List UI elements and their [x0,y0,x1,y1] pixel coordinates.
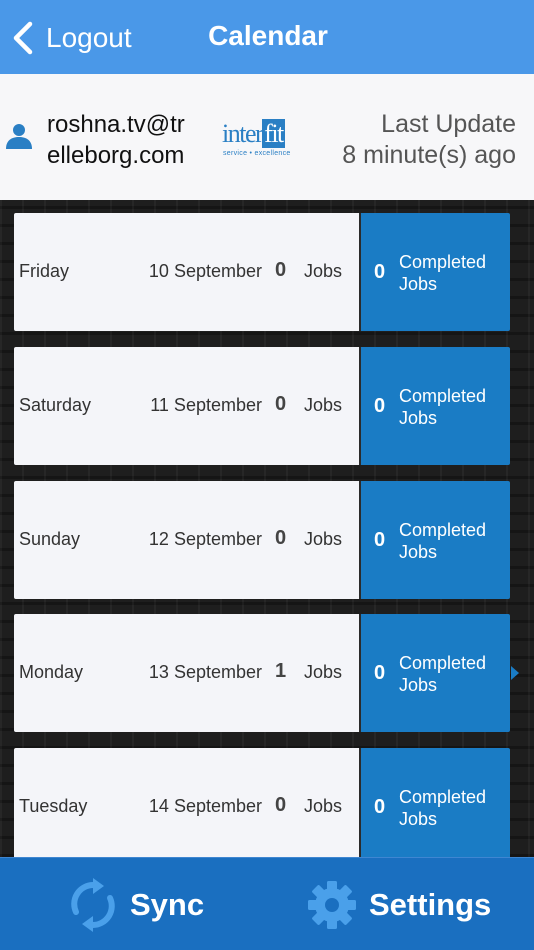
jobs-label: Jobs [304,395,343,415]
day-row-sunday[interactable]: Sunday 12 September 0 Jobs 0 Completed J… [14,481,510,599]
page-title: Calendar [208,20,328,51]
navigation-bar: Logout Calendar [0,0,534,74]
completed-count: 0 [374,796,386,818]
day-info-panel: Saturday 11 September 0 Jobs [14,347,359,465]
last-update-value: 8 minute(s) ago [342,141,516,169]
day-date: 10 September [148,261,262,281]
completed-label: Completed Jobs [399,787,487,829]
logo-wordmark: interfit [222,119,300,148]
job-count: 0 [275,259,287,281]
day-info-panel: Friday 10 September 0 Jobs [14,213,359,331]
logo-text-part2: fit [262,119,285,148]
completed-label: Completed Jobs [399,520,487,562]
completed-panel: 0 Completed Jobs [361,748,510,857]
gear-icon [308,880,356,929]
user-email-line2: elleborg.com [47,142,185,169]
logo-tagline: service • excellence [223,150,291,157]
day-row-tuesday[interactable]: Tuesday 14 September 0 Jobs 0 Completed … [14,748,510,857]
day-info-panel: Sunday 12 September 0 Jobs [14,481,359,599]
jobs-label: Jobs [304,662,343,682]
day-name: Tuesday [19,796,88,816]
day-date: 14 September [148,796,262,816]
day-name: Sunday [19,529,81,549]
bottom-toolbar: Sync Settings [0,857,534,950]
day-date: 13 September [148,662,262,682]
user-email-line1: roshna.tv@tr [47,111,185,138]
jobs-label: Jobs [304,261,343,281]
logo-text-part1: inter [222,119,264,148]
jobs-label: Jobs [304,796,343,816]
interfit-logo: interfit service • excellence [222,119,300,158]
selected-indicator-icon [511,666,519,680]
jobs-label: Jobs [304,529,343,549]
completed-panel: 0 Completed Jobs [361,614,519,732]
day-row-saturday[interactable]: Saturday 11 September 0 Jobs 0 Completed… [14,347,510,465]
day-name: Saturday [19,395,92,415]
completed-panel: 0 Completed Jobs [361,481,510,599]
job-count: 0 [275,393,287,415]
completed-count: 0 [374,529,386,551]
sync-label: Sync [130,886,205,922]
day-date: 12 September [148,529,262,549]
day-date: 11 September [150,395,262,415]
completed-label: Completed Jobs [399,252,487,294]
sync-icon [71,877,115,932]
job-count: 1 [275,660,287,682]
completed-panel: 0 Completed Jobs [361,347,510,465]
completed-label: Completed Jobs [399,386,487,428]
day-info-panel: Monday 13 September 1 Jobs [14,614,359,732]
day-name: Friday [19,261,70,281]
day-info-panel: Tuesday 14 September 0 Jobs [14,748,359,857]
completed-count: 0 [374,662,386,684]
last-update-label: Last Update [381,110,516,138]
job-count: 0 [275,527,287,549]
user-icon [5,122,33,150]
day-name: Monday [19,662,84,682]
completed-panel: 0 Completed Jobs [361,213,510,331]
calendar-list[interactable]: Friday 10 September 0 Jobs 0 Completed J… [0,200,534,857]
settings-button[interactable]: Settings [307,858,491,950]
user-email: roshna.tv@tr elleborg.com [47,109,207,171]
completed-count: 0 [374,395,386,417]
job-count: 0 [275,794,287,816]
last-update: Last Update 8 minute(s) ago [342,109,516,171]
completed-label: Completed Jobs [399,653,487,695]
day-row-monday[interactable]: Monday 13 September 1 Jobs 0 Completed J… [14,614,519,732]
day-row-friday[interactable]: Friday 10 September 0 Jobs 0 Completed J… [14,213,510,331]
completed-count: 0 [374,261,386,283]
settings-label: Settings [369,886,492,922]
sync-button[interactable]: Sync [68,858,204,950]
